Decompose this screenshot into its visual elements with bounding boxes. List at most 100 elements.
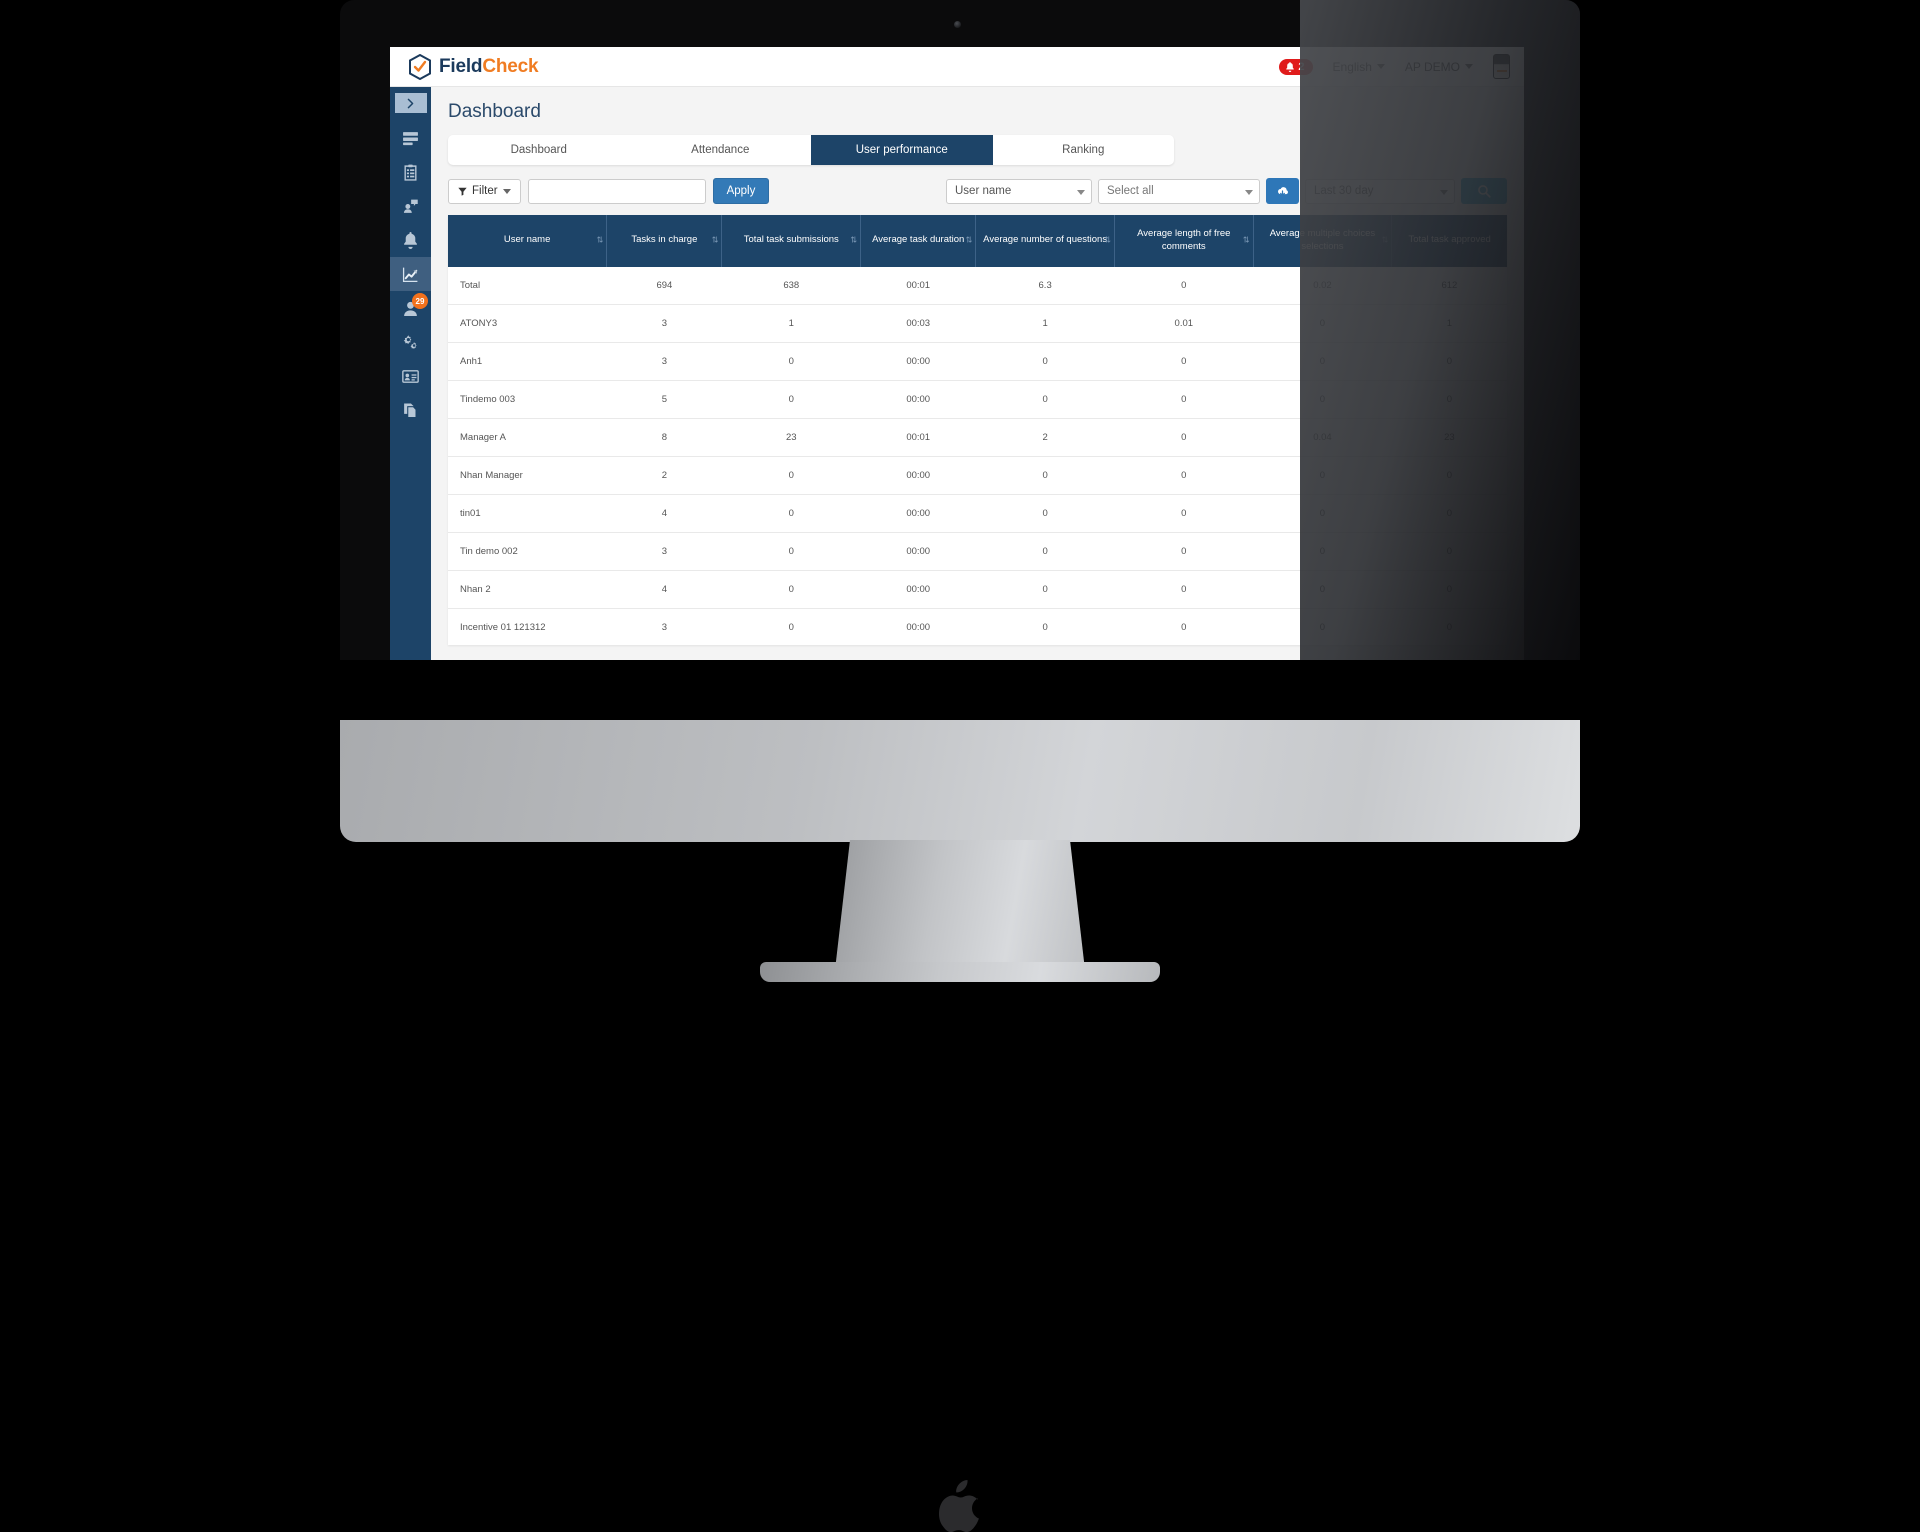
table-row[interactable]: tin014000:000000 [448, 494, 1507, 532]
app-body: 29 Dashboard Dashboard Attendance [390, 87, 1524, 689]
cell-value: 0 [976, 342, 1115, 380]
sidebar-item-support[interactable] [390, 189, 431, 223]
apply-button[interactable]: Apply [713, 178, 770, 204]
sidebar-item-documents[interactable] [390, 393, 431, 427]
cell-value: 0 [1392, 532, 1507, 570]
avatar[interactable] [1493, 54, 1510, 79]
sidebar-item-reports[interactable] [390, 257, 431, 291]
cell-value: 5 [607, 380, 722, 418]
col-tasks-in-charge[interactable]: Tasks in charge [607, 215, 722, 267]
col-user-name[interactable]: User name [448, 215, 607, 267]
table-row[interactable]: ATONY33100:0310.0101 [448, 304, 1507, 342]
cell-value: 0 [722, 532, 861, 570]
cell-value: 0 [1253, 456, 1392, 494]
cell-value: 0 [1253, 304, 1392, 342]
cell-value: 0 [976, 532, 1115, 570]
cell-value: 00:00 [861, 380, 976, 418]
sidebar-item-notifications[interactable] [390, 223, 431, 257]
bell-icon [1285, 62, 1295, 72]
cell-value: 0 [722, 380, 861, 418]
value-select[interactable]: Select all [1098, 179, 1260, 204]
cell-value: 00:01 [861, 418, 976, 456]
cell-value: 694 [607, 267, 722, 305]
table-row[interactable]: Tin demo 0023000:000000 [448, 532, 1507, 570]
table-head: User name Tasks in charge Total task sub… [448, 215, 1507, 267]
cell-value: 23 [1392, 418, 1507, 456]
cell-value: 00:01 [861, 267, 976, 305]
cell-value: 3 [607, 304, 722, 342]
sidebar-item-list[interactable] [390, 121, 431, 155]
performance-table-wrap[interactable]: User name Tasks in charge Total task sub… [448, 215, 1507, 645]
cell-value: 8 [607, 418, 722, 456]
tab-user-performance[interactable]: User performance [811, 135, 993, 165]
chevron-down-icon [1377, 64, 1385, 69]
monitor-foot [760, 962, 1160, 982]
main-content: Dashboard Dashboard Attendance User perf… [431, 87, 1524, 689]
cell-value: 0 [1392, 342, 1507, 380]
date-range-select[interactable]: Last 30 day [1305, 179, 1455, 204]
cell-value: 23 [722, 418, 861, 456]
filter-bar: Filter Apply User name Sele [448, 178, 1507, 204]
table-row[interactable]: Nhan 24000:000000 [448, 570, 1507, 608]
col-average-length-of-free-comments[interactable]: Average length of free comments [1114, 215, 1253, 267]
cell-value: 0 [976, 456, 1115, 494]
cell-user-name: Manager A [448, 418, 607, 456]
notification-badge[interactable]: 2 [1279, 59, 1312, 75]
cell-value: 0 [1114, 267, 1253, 305]
language-selector[interactable]: English [1333, 60, 1385, 74]
cell-value: 0 [1392, 608, 1507, 645]
value-select-wrap: Select all [1098, 179, 1260, 204]
field-select[interactable]: User name [946, 179, 1092, 204]
filter-search-input[interactable] [528, 179, 706, 204]
sidebar-toggle[interactable] [395, 93, 427, 113]
cell-value: 0 [1253, 380, 1392, 418]
sidebar-item-users[interactable]: 29 [390, 291, 431, 325]
sidebar: 29 [390, 87, 431, 689]
bell-icon [402, 232, 419, 249]
apple-logo-icon [939, 1480, 981, 1532]
cell-value: 0 [722, 570, 861, 608]
table-row[interactable]: Incentive 01 1213123000:000000 [448, 608, 1507, 645]
cell-value: 0 [722, 608, 861, 645]
search-button[interactable] [1461, 178, 1507, 204]
tab-dashboard[interactable]: Dashboard [448, 135, 630, 165]
col-average-multiple-choices-selections[interactable]: Average multiple choices selections [1253, 215, 1392, 267]
cell-value: 1 [1392, 304, 1507, 342]
language-label: English [1333, 60, 1372, 74]
sidebar-item-contacts[interactable] [390, 359, 431, 393]
cell-user-name: Incentive 01 121312 [448, 608, 607, 645]
cell-value: 0 [722, 456, 861, 494]
chevron-down-icon [1465, 64, 1473, 69]
brand-logo[interactable]: FieldCheck [390, 54, 538, 80]
tab-ranking[interactable]: Ranking [993, 135, 1175, 165]
table-row[interactable]: Anh13000:000000 [448, 342, 1507, 380]
cell-value: 612 [1392, 267, 1507, 305]
col-total-task-approved[interactable]: Total task approved [1392, 215, 1507, 267]
cell-value: 1 [722, 304, 861, 342]
table-row[interactable]: Total69463800:016.300.02612 [448, 267, 1507, 305]
cell-value: 4 [607, 570, 722, 608]
col-average-task-duration[interactable]: Average task duration [861, 215, 976, 267]
cell-value: 0 [976, 380, 1115, 418]
sidebar-item-tasks[interactable] [390, 155, 431, 189]
cell-value: 2 [607, 456, 722, 494]
table-row[interactable]: Tindemo 0035000:000000 [448, 380, 1507, 418]
cell-value: 00:00 [861, 456, 976, 494]
export-button[interactable] [1266, 178, 1299, 204]
table-row[interactable]: Manager A82300:01200.0423 [448, 418, 1507, 456]
cell-value: 00:00 [861, 494, 976, 532]
filter-dropdown-button[interactable]: Filter [448, 179, 521, 204]
performance-table: User name Tasks in charge Total task sub… [448, 215, 1507, 645]
funnel-icon [458, 187, 467, 196]
cell-user-name: ATONY3 [448, 304, 607, 342]
account-menu[interactable]: AP DEMO [1405, 60, 1473, 74]
cell-value: 0 [1114, 342, 1253, 380]
tab-attendance[interactable]: Attendance [630, 135, 812, 165]
cell-value: 0 [976, 608, 1115, 645]
col-average-number-of-questions[interactable]: Average number of questions [976, 215, 1115, 267]
col-total-task-submissions[interactable]: Total task submissions [722, 215, 861, 267]
sidebar-item-settings[interactable] [390, 325, 431, 359]
table-row[interactable]: Nhan Manager2000:000000 [448, 456, 1507, 494]
field-select-wrap: User name [946, 179, 1092, 204]
cell-value: 0 [1253, 494, 1392, 532]
